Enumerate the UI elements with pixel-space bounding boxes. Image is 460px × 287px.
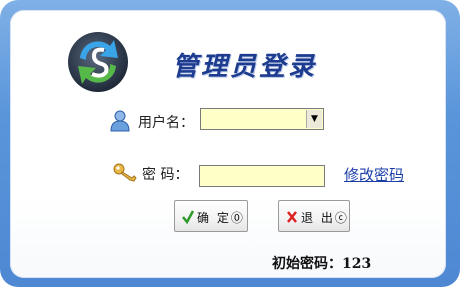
password-row: 密 码： 修改密码 xyxy=(110,160,440,188)
ok-button-label: 确 定⓪ xyxy=(197,211,245,225)
change-password-link[interactable]: 修改密码 xyxy=(344,164,404,185)
username-label: 用户名： xyxy=(138,115,194,131)
exit-button-label: 退 出ⓒ xyxy=(301,211,349,225)
username-row: 用户名： ▼ xyxy=(110,108,410,136)
key-icon xyxy=(113,163,137,182)
exit-button[interactable]: 退 出ⓒ xyxy=(278,200,350,232)
password-input[interactable] xyxy=(199,165,325,187)
user-icon xyxy=(110,110,130,132)
chevron-down-icon[interactable]: ▼ xyxy=(306,110,322,128)
username-select[interactable]: ▼ xyxy=(200,108,324,130)
login-panel: 管理员登录 用户名： ▼ 密 码： 修改密码 确 定⓪ 退 出ⓒ 初始密码：12… xyxy=(10,10,446,278)
page-title: 管理员登录 xyxy=(172,52,318,82)
initial-password-hint: 初始密码：123 xyxy=(272,256,372,272)
ok-button[interactable]: 确 定⓪ xyxy=(174,200,248,232)
x-icon xyxy=(287,211,297,223)
refresh-logo-icon xyxy=(68,32,128,92)
password-label: 密 码： xyxy=(142,167,189,183)
checkmark-icon xyxy=(182,210,195,225)
